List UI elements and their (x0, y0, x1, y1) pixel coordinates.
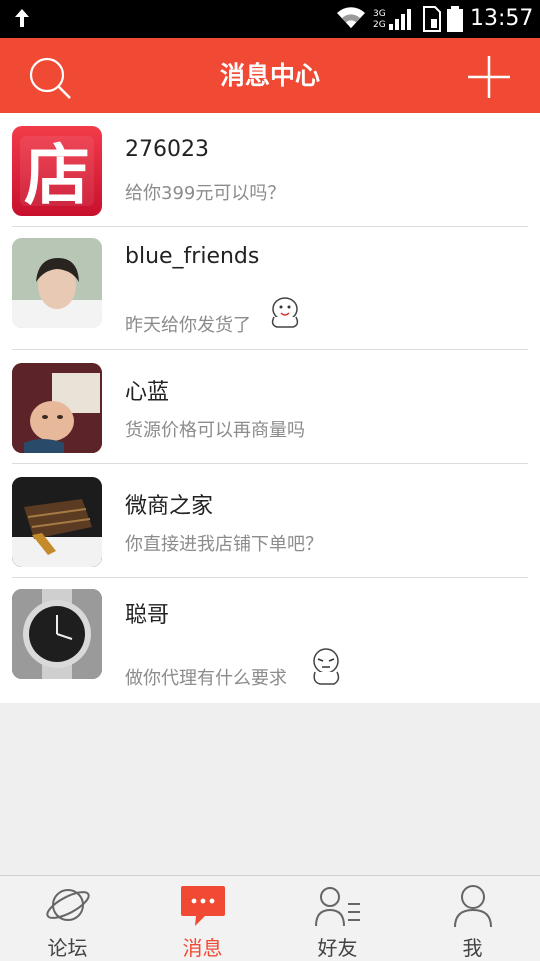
last-message: 你直接进我店铺下单吧？ (125, 534, 323, 555)
last-message: 货源价格可以再商量吗 (125, 420, 305, 441)
tab-label: 好友 (317, 936, 358, 960)
last-message: 给你399元可以吗？ (125, 183, 286, 204)
planet-icon (46, 889, 90, 921)
baby-photo-icon (12, 363, 102, 453)
contact-name: 心蓝 (125, 380, 170, 405)
conversation-item[interactable]: 店 276023 给你399元可以吗？ (0, 113, 540, 227)
tab-messages[interactable]: 消息 (135, 876, 270, 961)
upload-arrow-icon (15, 9, 29, 27)
contact-name: 微商之家 (125, 494, 214, 519)
tab-me[interactable]: 我 (405, 876, 540, 961)
signal-icon (389, 9, 411, 30)
handbag-photo-icon (12, 477, 102, 567)
contact-name: blue_friends (125, 244, 260, 269)
watch-photo-icon (12, 589, 102, 679)
network-type-label: 2G (373, 20, 386, 30)
contact-name: 276023 (125, 137, 209, 162)
person-icon (454, 885, 492, 928)
tab-forum[interactable]: 论坛 (0, 876, 135, 961)
chat-bubble-icon (181, 886, 225, 926)
sim-card-icon (423, 6, 441, 32)
status-time: 13:57 (470, 6, 534, 31)
tab-label: 消息 (182, 936, 223, 960)
status-bar: 3G 2G 13:57 (0, 0, 540, 38)
shop-logo-icon: 店 (20, 136, 94, 214)
bottom-tab-bar: 论坛 消息 好友 我 (0, 875, 540, 961)
avatar: 店 (12, 126, 102, 216)
sticker-icon (313, 648, 340, 685)
avatar (12, 238, 102, 328)
tab-friends[interactable]: 好友 (270, 876, 405, 961)
conversation-item[interactable]: 聪哥 做你代理有什么要求 (0, 578, 540, 703)
avatar (12, 589, 102, 679)
add-icon[interactable] (466, 54, 512, 100)
conversation-item[interactable]: 微商之家 你直接进我店铺下单吧？ (0, 464, 540, 578)
conversation-item[interactable]: 心蓝 货源价格可以再商量吗 (0, 350, 540, 464)
person-photo-icon (12, 238, 102, 328)
tab-label: 论坛 (47, 936, 88, 960)
avatar (12, 477, 102, 567)
friends-icon (315, 887, 360, 927)
network-type-label: 3G (373, 9, 386, 19)
battery-icon (447, 6, 463, 32)
wifi-icon (337, 7, 365, 29)
contact-name: 聪哥 (125, 603, 170, 628)
header-bar: 消息中心 (0, 38, 540, 113)
tab-label: 我 (462, 936, 483, 960)
conversation-item[interactable]: blue_friends 昨天给你发货了 (0, 227, 540, 350)
page-title: 消息中心 (219, 61, 320, 90)
svg-text:店: 店 (24, 137, 90, 214)
last-message: 昨天给你发货了 (125, 315, 251, 336)
sticker-icon (271, 297, 299, 328)
avatar (12, 363, 102, 453)
last-message: 做你代理有什么要求 (125, 668, 287, 689)
conversation-list: 店 276023 给你399元可以吗？ blue_friends 昨天给你发货了 (0, 113, 540, 703)
